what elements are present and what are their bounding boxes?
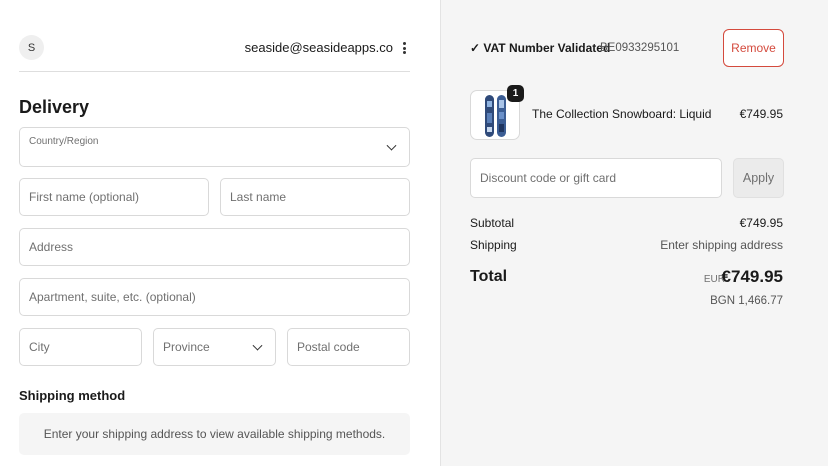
- address-placeholder: Address: [29, 240, 74, 254]
- apartment-placeholder: Apartment, suite, etc. (optional): [29, 290, 196, 304]
- postal-code-placeholder: Postal code: [297, 340, 360, 354]
- apartment-input[interactable]: Apartment, suite, etc. (optional): [19, 278, 410, 316]
- postal-code-input[interactable]: Postal code: [287, 328, 410, 366]
- header-divider: [19, 71, 410, 72]
- remove-vat-button[interactable]: Remove: [723, 29, 784, 67]
- subtotal-value: €749.95: [739, 216, 783, 230]
- city-placeholder: City: [29, 340, 50, 354]
- product-name: The Collection Snowboard: Liquid: [532, 107, 712, 121]
- checkout-form-panel: S seaside@seasideapps.co Delivery Countr…: [0, 0, 440, 466]
- shipping-value: Enter shipping address: [660, 238, 783, 252]
- product-thumbnail: 1: [470, 85, 524, 140]
- province-select[interactable]: Province: [153, 328, 276, 366]
- shipping-label: Shipping: [470, 238, 517, 252]
- avatar[interactable]: S: [19, 35, 44, 60]
- city-input[interactable]: City: [19, 328, 142, 366]
- country-region-select[interactable]: Country/Region: [19, 127, 410, 167]
- subtotal-label: Subtotal: [470, 216, 515, 230]
- vat-number: BE0933295101: [600, 42, 680, 54]
- shipping-method-heading: Shipping method: [19, 388, 126, 403]
- last-name-input[interactable]: Last name: [220, 178, 410, 216]
- account-email: seaside@seasideapps.co: [244, 40, 393, 55]
- discount-code-input[interactable]: Discount code or gift card: [470, 158, 722, 198]
- total-value: €749.95: [721, 267, 783, 286]
- quantity-badge: 1: [507, 85, 524, 102]
- alternate-currency-total: BGN 1,466.77: [710, 295, 783, 307]
- last-name-placeholder: Last name: [230, 190, 287, 204]
- first-name-input[interactable]: First name (optional): [19, 178, 209, 216]
- delivery-heading: Delivery: [19, 97, 90, 117]
- discount-placeholder: Discount code or gift card: [480, 171, 617, 185]
- more-options-icon[interactable]: [397, 40, 411, 56]
- first-name-placeholder: First name (optional): [29, 190, 140, 204]
- address-input[interactable]: Address: [19, 228, 410, 266]
- total-label: Total: [470, 268, 508, 285]
- order-summary-panel: ✓ VAT Number Validated BE0933295101 Remo…: [440, 0, 828, 466]
- chevron-down-icon: [252, 340, 263, 351]
- product-price: €749.95: [739, 107, 783, 121]
- country-region-label: Country/Region: [29, 136, 99, 147]
- shipping-method-notice: Enter your shipping address to view avai…: [19, 413, 410, 455]
- apply-discount-button[interactable]: Apply: [733, 158, 784, 198]
- chevron-down-icon: [386, 140, 397, 151]
- province-placeholder: Province: [163, 340, 210, 354]
- vat-validated-status: ✓ VAT Number Validated: [470, 41, 611, 55]
